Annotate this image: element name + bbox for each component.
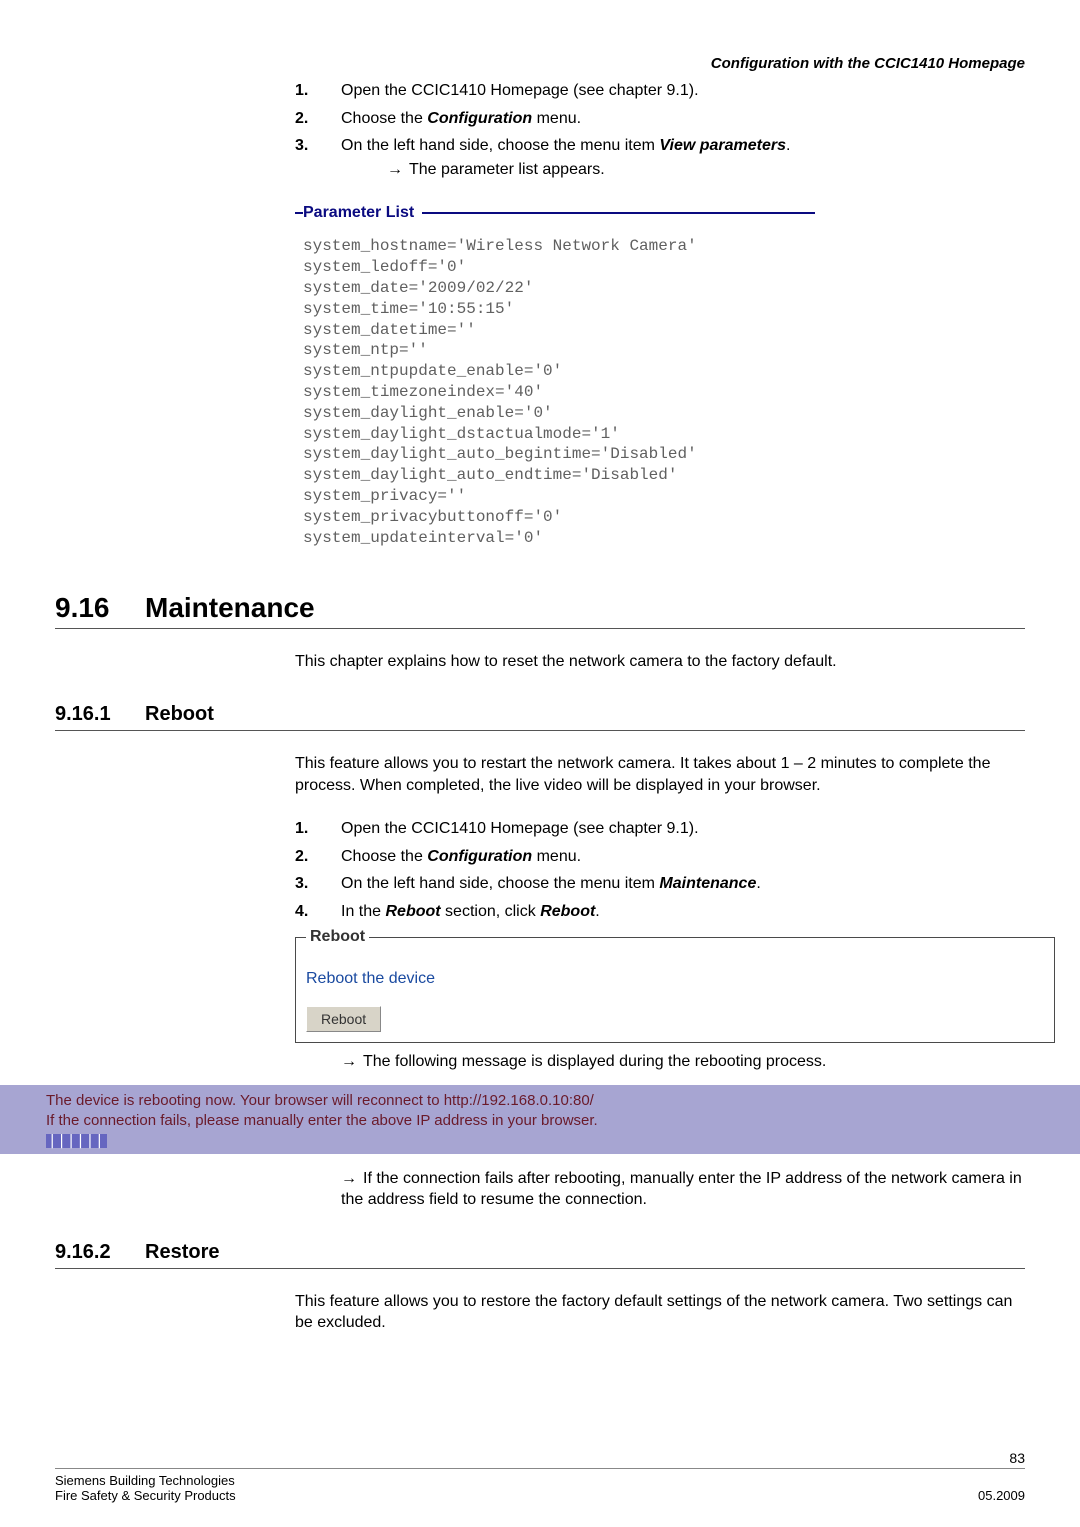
page-number: 83 — [55, 1450, 1025, 1466]
section-rule — [55, 628, 1025, 629]
step-number: 4. — [295, 901, 308, 923]
reboot-intro: This feature allows you to restart the n… — [295, 753, 1025, 796]
footer-left-1: Siemens Building Technologies — [55, 1473, 235, 1488]
page-header-right: Configuration with the CCIC1410 Homepage — [55, 55, 1025, 72]
subsection-title: Reboot — [145, 703, 214, 725]
reboot-steps: 1. Open the CCIC1410 Homepage (see chapt… — [295, 818, 1025, 922]
step-number: 3. — [295, 135, 308, 157]
subsection-rule — [55, 1268, 1025, 1269]
subsection-number: 9.16.1 — [55, 703, 145, 726]
intro-steps: 1. Open the CCIC1410 Homepage (see chapt… — [295, 80, 1025, 180]
step-item: 1. Open the CCIC1410 Homepage (see chapt… — [295, 80, 1025, 102]
step-text: On the left hand side, choose the menu i… — [341, 875, 761, 892]
step-text: On the left hand side, choose the menu i… — [341, 137, 790, 154]
footer-right-2: 05.2009 — [978, 1488, 1025, 1503]
subsection-heading-restore: 9.16.2Restore — [55, 1241, 1025, 1264]
step-number: 2. — [295, 846, 308, 868]
reboot-result-arrow-2: If the connection fails after rebooting,… — [341, 1168, 1025, 1211]
step-item: 3. On the left hand side, choose the men… — [295, 135, 1025, 180]
step-item: 1. Open the CCIC1410 Homepage (see chapt… — [295, 818, 1025, 840]
step-text: Open the CCIC1410 Homepage (see chapter … — [341, 820, 699, 837]
step-item: 3. On the left hand side, choose the men… — [295, 873, 1025, 895]
subsection-heading-reboot: 9.16.1Reboot — [55, 703, 1025, 726]
reboot-button[interactable]: Reboot — [306, 1006, 381, 1032]
subsection-number: 9.16.2 — [55, 1241, 145, 1264]
reboot-panel-legend: Reboot — [306, 928, 369, 946]
maintenance-intro: This chapter explains how to reset the n… — [295, 651, 1025, 673]
reboot-message-bar: The device is rebooting now. Your browse… — [0, 1085, 1080, 1154]
parameter-list-panel: Parameter List system_hostname='Wireless… — [295, 204, 815, 548]
parameter-list-legend: Parameter List — [303, 204, 422, 222]
footer-left-2: Fire Safety & Security Products — [55, 1488, 236, 1503]
subsection-rule — [55, 730, 1025, 731]
step-number: 1. — [295, 80, 308, 102]
section-heading-maintenance: 9.16Maintenance — [55, 592, 1025, 624]
parameter-list-content: system_hostname='Wireless Network Camera… — [303, 236, 815, 548]
section-number: 9.16 — [55, 592, 145, 624]
progress-bar-icon: |||||| — [46, 1134, 107, 1148]
step-text: Choose the Configuration menu. — [341, 848, 581, 865]
footer-rule — [55, 1468, 1025, 1469]
reboot-panel-text: Reboot the device — [306, 970, 1042, 988]
step-text: Choose the Configuration menu. — [341, 110, 581, 127]
reboot-panel: Reboot Reboot the device Reboot — [295, 928, 1055, 1043]
step-number: 2. — [295, 108, 308, 130]
section-title: Maintenance — [145, 592, 315, 623]
step-text: Open the CCIC1410 Homepage (see chapter … — [341, 82, 699, 99]
step-number: 1. — [295, 818, 308, 840]
reboot-message-line-2: If the connection fails, please manually… — [46, 1111, 1070, 1131]
reboot-message-line-1: The device is rebooting now. Your browse… — [46, 1091, 1070, 1111]
step-item: 4. In the Reboot section, click Reboot. — [295, 901, 1025, 923]
restore-intro: This feature allows you to restore the f… — [295, 1291, 1025, 1334]
reboot-result-arrow-1: The following message is displayed durin… — [341, 1051, 1025, 1073]
step-text: In the Reboot section, click Reboot. — [341, 903, 600, 920]
step-item: 2. Choose the Configuration menu. — [295, 108, 1025, 130]
result-arrow: The parameter list appears. — [387, 159, 1025, 181]
step-item: 2. Choose the Configuration menu. — [295, 846, 1025, 868]
page-footer: 83 Siemens Building Technologies Fire Sa… — [55, 1450, 1025, 1503]
subsection-title: Restore — [145, 1241, 219, 1263]
step-number: 3. — [295, 873, 308, 895]
